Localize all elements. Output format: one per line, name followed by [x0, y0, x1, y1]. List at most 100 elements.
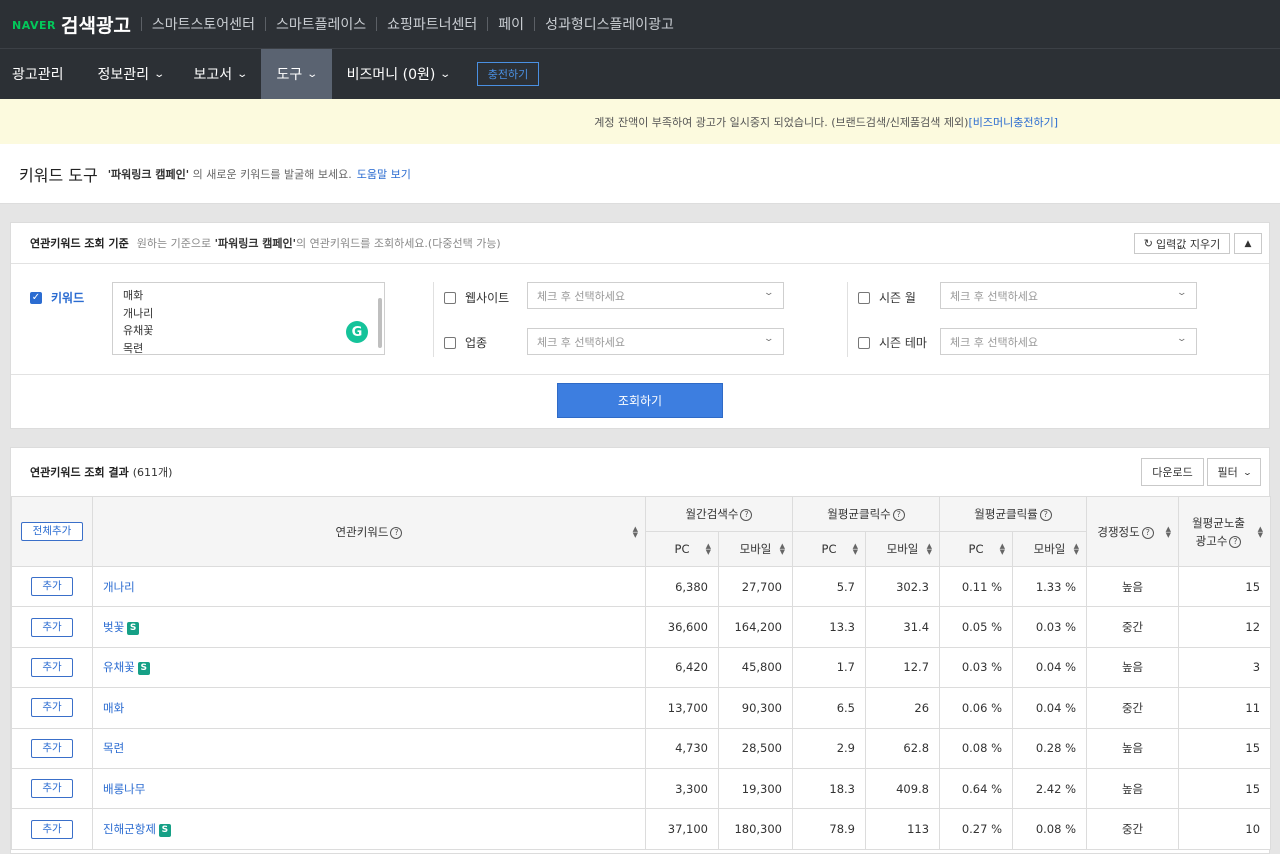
help-icon[interactable]: ?	[1039, 509, 1052, 521]
service-link-smartstore[interactable]: 스마트스토어센터	[152, 14, 255, 34]
sort-icon[interactable]: ▲ ▼	[1166, 525, 1171, 538]
search-pc-cell: 13,700	[645, 687, 719, 729]
add-keyword-button[interactable]: 추가	[31, 657, 73, 677]
collapse-button[interactable]: ▲	[1234, 233, 1262, 254]
charge-button[interactable]: 충전하기	[476, 62, 540, 86]
industry-checkbox[interactable]	[444, 337, 456, 349]
sort-icon[interactable]: ▲ ▼	[780, 543, 785, 556]
nav-info-management[interactable]: 정보관리 ⌄	[83, 49, 179, 99]
add-keyword-button[interactable]: 추가	[31, 738, 73, 758]
avg-ads-cell: 15	[1178, 727, 1272, 769]
add-cell: 추가	[11, 646, 93, 689]
help-icon[interactable]: ?	[1141, 526, 1154, 539]
add-all-button[interactable]: 전체추가	[21, 522, 83, 541]
naver-logo[interactable]: NAVER	[12, 19, 56, 32]
help-icon[interactable]: ?	[1229, 535, 1242, 548]
sort-icon[interactable]: ▲ ▼	[1074, 543, 1079, 556]
help-link[interactable]: 도움말 보기	[357, 166, 411, 182]
keyword-line: 유채꽃	[123, 324, 154, 337]
clicks-pc-cell: 78.9	[792, 808, 866, 850]
chevron-down-icon: ⌄	[763, 288, 775, 298]
website-label: 웹사이트	[465, 291, 510, 305]
keyword-line: 매화	[123, 289, 144, 302]
keyword-link[interactable]: 진해군항제	[103, 822, 156, 836]
search-mobile-cell: 27,700	[718, 565, 793, 608]
season-month-select[interactable]: 체크 후 선택하세요 ⌄	[940, 282, 1197, 309]
page-description: '파워링크 캠페인' 의 새로운 키워드를 발굴해 보세요.	[107, 167, 352, 181]
keyword-link[interactable]: 배롱나무	[103, 782, 145, 796]
clicks-mobile-cell: 12.7	[864, 646, 941, 689]
add-keyword-button[interactable]: 추가	[31, 617, 73, 637]
keyword-link[interactable]: 유채꽃	[103, 660, 135, 674]
download-button[interactable]: 다운로드	[1141, 458, 1204, 486]
keyword-textarea[interactable]: 매화 개나리 유채꽃 목련	[112, 282, 385, 355]
add-keyword-button[interactable]: 추가	[31, 698, 73, 718]
keyword-cell: 매화	[92, 687, 646, 729]
season-theme-select[interactable]: 체크 후 선택하세요 ⌄	[940, 328, 1197, 355]
header-ctr-mobile[interactable]: 모바일 ▲ ▼	[1012, 531, 1088, 567]
industry-select[interactable]: 체크 후 선택하세요 ⌄	[527, 328, 784, 355]
keyword-link[interactable]: 개나리	[103, 580, 135, 594]
keyword-link[interactable]: 목련	[103, 741, 124, 755]
keyword-link[interactable]: 매화	[103, 701, 124, 715]
main-nav: 광고관리 정보관리 ⌄ 보고서 ⌄ 도구 ⌄ 비즈머니 (0원) ⌄ 충전하기	[0, 48, 1280, 99]
product-title[interactable]: 검색광고	[61, 11, 131, 38]
help-icon[interactable]: ?	[390, 526, 403, 539]
nav-reports[interactable]: 보고서 ⌄	[178, 49, 261, 99]
clicks-pc-cell: 1.7	[792, 646, 866, 689]
add-keyword-button[interactable]: 추가	[31, 819, 73, 839]
sort-icon[interactable]: ▲ ▼	[927, 543, 932, 556]
sort-icon[interactable]: ▲ ▼	[633, 525, 638, 538]
nav-ad-management[interactable]: 광고관리	[0, 49, 83, 99]
season-theme-checkbox[interactable]	[858, 337, 870, 349]
header-search-pc[interactable]: PC ▲ ▼	[645, 531, 719, 567]
criteria-header: 연관키워드 조회 기준 원하는 기준으로 '파워링크 캠페인'의 연관키워드를 …	[11, 223, 1269, 264]
sort-icon[interactable]: ▲ ▼	[853, 543, 858, 556]
header-clicks-pc[interactable]: PC ▲ ▼	[792, 531, 866, 567]
header-keyword[interactable]: 연관키워드? ▲ ▼	[92, 496, 646, 567]
keyword-cell: 유채꽃 S	[92, 646, 646, 689]
service-link-smartplace[interactable]: 스마트플레이스	[276, 14, 366, 34]
sort-icon[interactable]: ▲ ▼	[706, 543, 711, 556]
search-mobile-cell: 19,300	[718, 767, 793, 810]
add-keyword-button[interactable]: 추가	[31, 779, 73, 799]
service-link-pay[interactable]: 페이	[498, 14, 524, 34]
header-add-all: 전체추가	[11, 496, 93, 567]
header-avg-ads[interactable]: 월평균노출 광고수? ▲ ▼	[1178, 496, 1272, 567]
keyword-cell: 개나리	[92, 565, 646, 608]
criteria-description: 원하는 기준으로 '파워링크 캠페인'의 연관키워드를 조회하세요.(다중선택 …	[136, 237, 501, 250]
clicks-mobile-cell: 31.4	[864, 606, 941, 648]
ctr-mobile-cell: 0.03 %	[1012, 606, 1088, 648]
service-link-display-ads[interactable]: 성과형디스플레이광고	[545, 14, 674, 34]
clear-inputs-button[interactable]: ↻ 입력값 지우기	[1134, 233, 1230, 254]
textarea-scrollbar[interactable]	[378, 298, 382, 348]
header-competition[interactable]: 경쟁정도? ▲ ▼	[1086, 496, 1180, 567]
filter-button[interactable]: 필터 ⌄	[1207, 458, 1261, 486]
header-ctr-pc[interactable]: PC ▲ ▼	[939, 531, 1014, 567]
website-select[interactable]: 체크 후 선택하세요 ⌄	[527, 282, 784, 309]
help-icon[interactable]: ?	[740, 509, 753, 521]
bizmoney-charge-link[interactable]: [비즈머니충전하기]	[968, 114, 1058, 130]
header-clicks-mobile[interactable]: 모바일 ▲ ▼	[864, 531, 941, 567]
chevron-down-icon: ⌄	[763, 334, 775, 344]
sort-icon[interactable]: ▲ ▼	[1258, 525, 1263, 538]
header-search-mobile[interactable]: 모바일 ▲ ▼	[718, 531, 793, 567]
add-cell: 추가	[11, 565, 93, 608]
help-icon[interactable]: ?	[892, 509, 905, 521]
keyword-link[interactable]: 벚꽃	[103, 620, 124, 634]
nav-bizmoney[interactable]: 비즈머니 (0원) ⌄	[332, 49, 465, 99]
top-bar: NAVER 검색광고 스마트스토어센터 스마트플레이스 쇼핑파트너센터 페이 성…	[0, 0, 1280, 48]
avg-ads-cell: 3	[1178, 646, 1272, 689]
website-checkbox[interactable]	[444, 292, 456, 304]
grammarly-icon[interactable]: G	[346, 321, 368, 343]
nav-tools[interactable]: 도구 ⌄	[261, 49, 332, 99]
service-link-shopping-partner[interactable]: 쇼핑파트너센터	[387, 14, 477, 34]
keyword-label: 키워드	[51, 291, 85, 305]
keyword-checkbox[interactable]: ✓	[30, 292, 42, 304]
search-button[interactable]: 조회하기	[557, 383, 723, 418]
chevron-down-icon: ⌄	[306, 68, 319, 80]
sort-icon[interactable]: ▲ ▼	[1000, 543, 1005, 556]
season-month-checkbox[interactable]	[858, 292, 870, 304]
add-keyword-button[interactable]: 추가	[31, 577, 73, 597]
divider	[376, 17, 378, 31]
